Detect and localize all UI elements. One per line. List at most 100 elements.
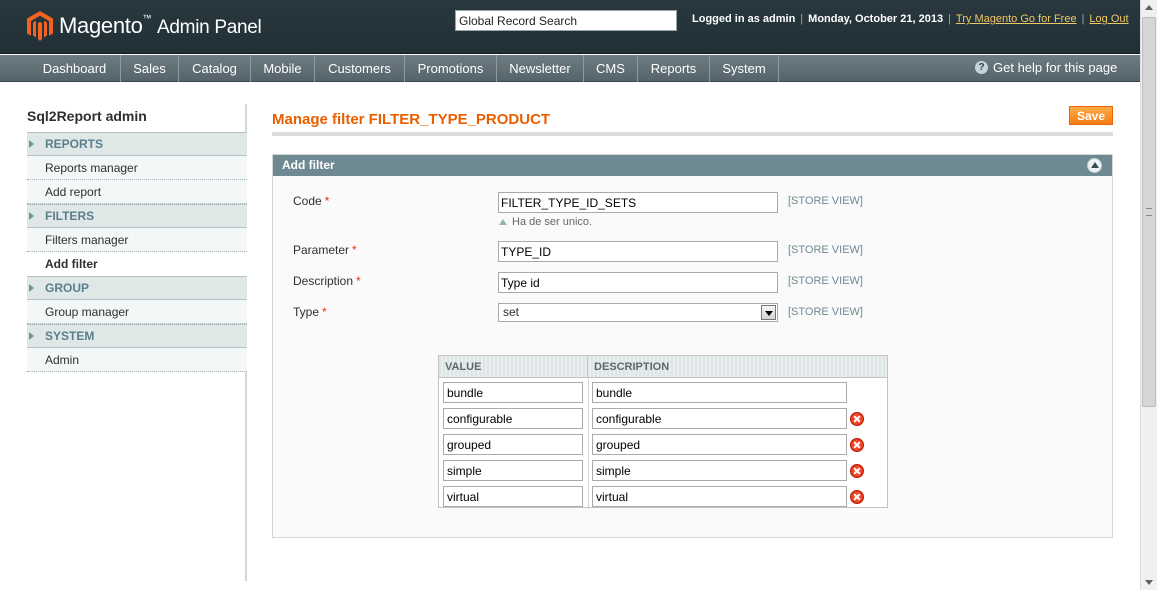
nav-newsletter[interactable]: Newsletter — [497, 55, 584, 82]
dropdown-arrow-icon[interactable] — [761, 305, 776, 320]
magento-logo-icon — [27, 11, 53, 41]
sidebar-item-add-filter[interactable]: Add filter — [27, 252, 247, 276]
option-value-input[interactable] — [443, 486, 583, 507]
help-icon: ? — [975, 61, 988, 74]
current-date: Monday, October 21, 2013 — [808, 13, 944, 25]
logout-link[interactable]: Log Out — [1089, 13, 1128, 25]
option-value-input[interactable] — [443, 460, 583, 481]
sidebar-section-system[interactable]: SYSTEM — [27, 324, 247, 348]
save-button[interactable]: Save — [1069, 106, 1113, 125]
column-divider — [588, 483, 589, 509]
required-mark: * — [324, 194, 330, 208]
table-row — [439, 431, 887, 457]
code-scope: [STORE VIEW] — [788, 195, 863, 207]
sidebar-section-filters[interactable]: FILTERS — [27, 204, 247, 228]
parameter-label: Parameter * — [293, 243, 357, 257]
brand-trademark: ™ — [142, 13, 152, 23]
sidebar-item-group-manager[interactable]: Group manager — [27, 300, 247, 324]
magento-logo[interactable]: Magento™ Admin Panel — [27, 11, 262, 41]
triangle-right-icon — [29, 284, 34, 292]
nav-mobile[interactable]: Mobile — [251, 55, 315, 82]
global-search-input[interactable] — [455, 10, 677, 31]
brand-subtitle: Admin Panel — [157, 17, 262, 38]
option-description-input[interactable] — [592, 434, 847, 455]
code-label: Code * — [293, 194, 329, 208]
delete-row-icon[interactable] — [850, 490, 864, 504]
sidebar-item-filters-manager[interactable]: Filters manager — [27, 228, 247, 252]
sidebar: Sql2Report admin REPORTS Reports manager… — [27, 104, 247, 372]
table-row — [439, 483, 887, 509]
separator: | — [800, 13, 804, 25]
table-row — [439, 457, 887, 483]
parameter-scope: [STORE VIEW] — [788, 244, 863, 256]
brand-text: Magento™ Admin Panel — [59, 13, 262, 39]
section-label: GROUP — [45, 281, 90, 295]
parameter-label-text: Parameter — [293, 243, 350, 257]
delete-row-icon[interactable] — [850, 464, 864, 478]
help-label: Get help for this page — [993, 60, 1118, 75]
code-note-text: Ha de ser unico. — [512, 216, 593, 228]
triangle-right-icon — [29, 332, 34, 340]
table-row — [439, 379, 887, 405]
nav-dashboard[interactable]: Dashboard — [29, 55, 121, 82]
page-title: Manage filter FILTER_TYPE_PRODUCT — [272, 111, 551, 128]
nav-catalog[interactable]: Catalog — [179, 55, 251, 82]
page-scrollbar[interactable] — [1140, 0, 1157, 590]
option-value-input[interactable] — [443, 382, 583, 403]
nav-promotions[interactable]: Promotions — [405, 55, 497, 82]
fieldset-title: Add filter — [282, 158, 335, 172]
table-row — [439, 405, 887, 431]
type-select[interactable]: set — [498, 303, 778, 322]
column-header-description: DESCRIPTION — [594, 361, 670, 373]
title-divider — [272, 132, 1113, 136]
type-label: Type * — [293, 305, 327, 319]
required-mark: * — [322, 305, 327, 319]
section-label: REPORTS — [45, 137, 104, 151]
try-magento-go-link[interactable]: Try Magento Go for Free — [956, 13, 1077, 25]
option-description-input[interactable] — [592, 382, 847, 403]
sidebar-item-admin[interactable]: Admin — [27, 348, 247, 372]
sidebar-item-reports-manager[interactable]: Reports manager — [27, 156, 247, 180]
column-header-value: VALUE — [439, 356, 588, 378]
sidebar-section-reports[interactable]: REPORTS — [27, 132, 247, 156]
triangle-right-icon — [29, 140, 34, 148]
fieldset-header: Add filter — [273, 155, 1112, 176]
sidebar-item-add-report[interactable]: Add report — [27, 180, 247, 204]
nav-customers[interactable]: Customers — [315, 55, 405, 82]
type-select-value: set — [503, 305, 520, 319]
required-mark: * — [352, 243, 357, 257]
option-value-input[interactable] — [443, 434, 583, 455]
note-arrow-icon — [499, 219, 507, 225]
brand-name: Magento — [59, 13, 143, 38]
column-divider — [588, 457, 589, 483]
option-description-input[interactable] — [592, 460, 847, 481]
parameter-input[interactable] — [498, 241, 778, 262]
column-divider — [588, 379, 589, 405]
code-input[interactable] — [498, 192, 778, 213]
main-nav: Dashboard Sales Catalog Mobile Customers… — [0, 55, 1140, 82]
type-scope: [STORE VIEW] — [788, 306, 863, 318]
scroll-down-icon[interactable] — [1145, 580, 1153, 585]
nav-sales[interactable]: Sales — [121, 55, 179, 82]
description-input[interactable] — [498, 272, 778, 293]
scrollbar-thumb[interactable] — [1142, 17, 1156, 407]
nav-system[interactable]: System — [710, 55, 779, 82]
delete-row-icon[interactable] — [850, 412, 864, 426]
description-label-text: Description — [293, 274, 354, 288]
nav-reports[interactable]: Reports — [638, 55, 710, 82]
option-description-input[interactable] — [592, 486, 847, 507]
logged-in-text: Logged in as admin — [692, 13, 796, 25]
scroll-up-icon[interactable] — [1145, 5, 1153, 10]
delete-row-icon[interactable] — [850, 438, 864, 452]
column-divider — [588, 431, 589, 457]
section-label: FILTERS — [45, 209, 95, 223]
option-value-input[interactable] — [443, 408, 583, 429]
collapse-icon[interactable] — [1087, 158, 1102, 173]
type-label-text: Type — [293, 305, 320, 319]
option-description-input[interactable] — [592, 408, 847, 429]
admin-header: Magento™ Admin Panel Logged in as admin |… — [0, 0, 1140, 54]
nav-cms[interactable]: CMS — [584, 55, 638, 82]
separator: | — [948, 13, 951, 25]
sidebar-section-group[interactable]: GROUP — [27, 276, 247, 300]
help-link[interactable]: ? Get help for this page — [975, 60, 1117, 75]
